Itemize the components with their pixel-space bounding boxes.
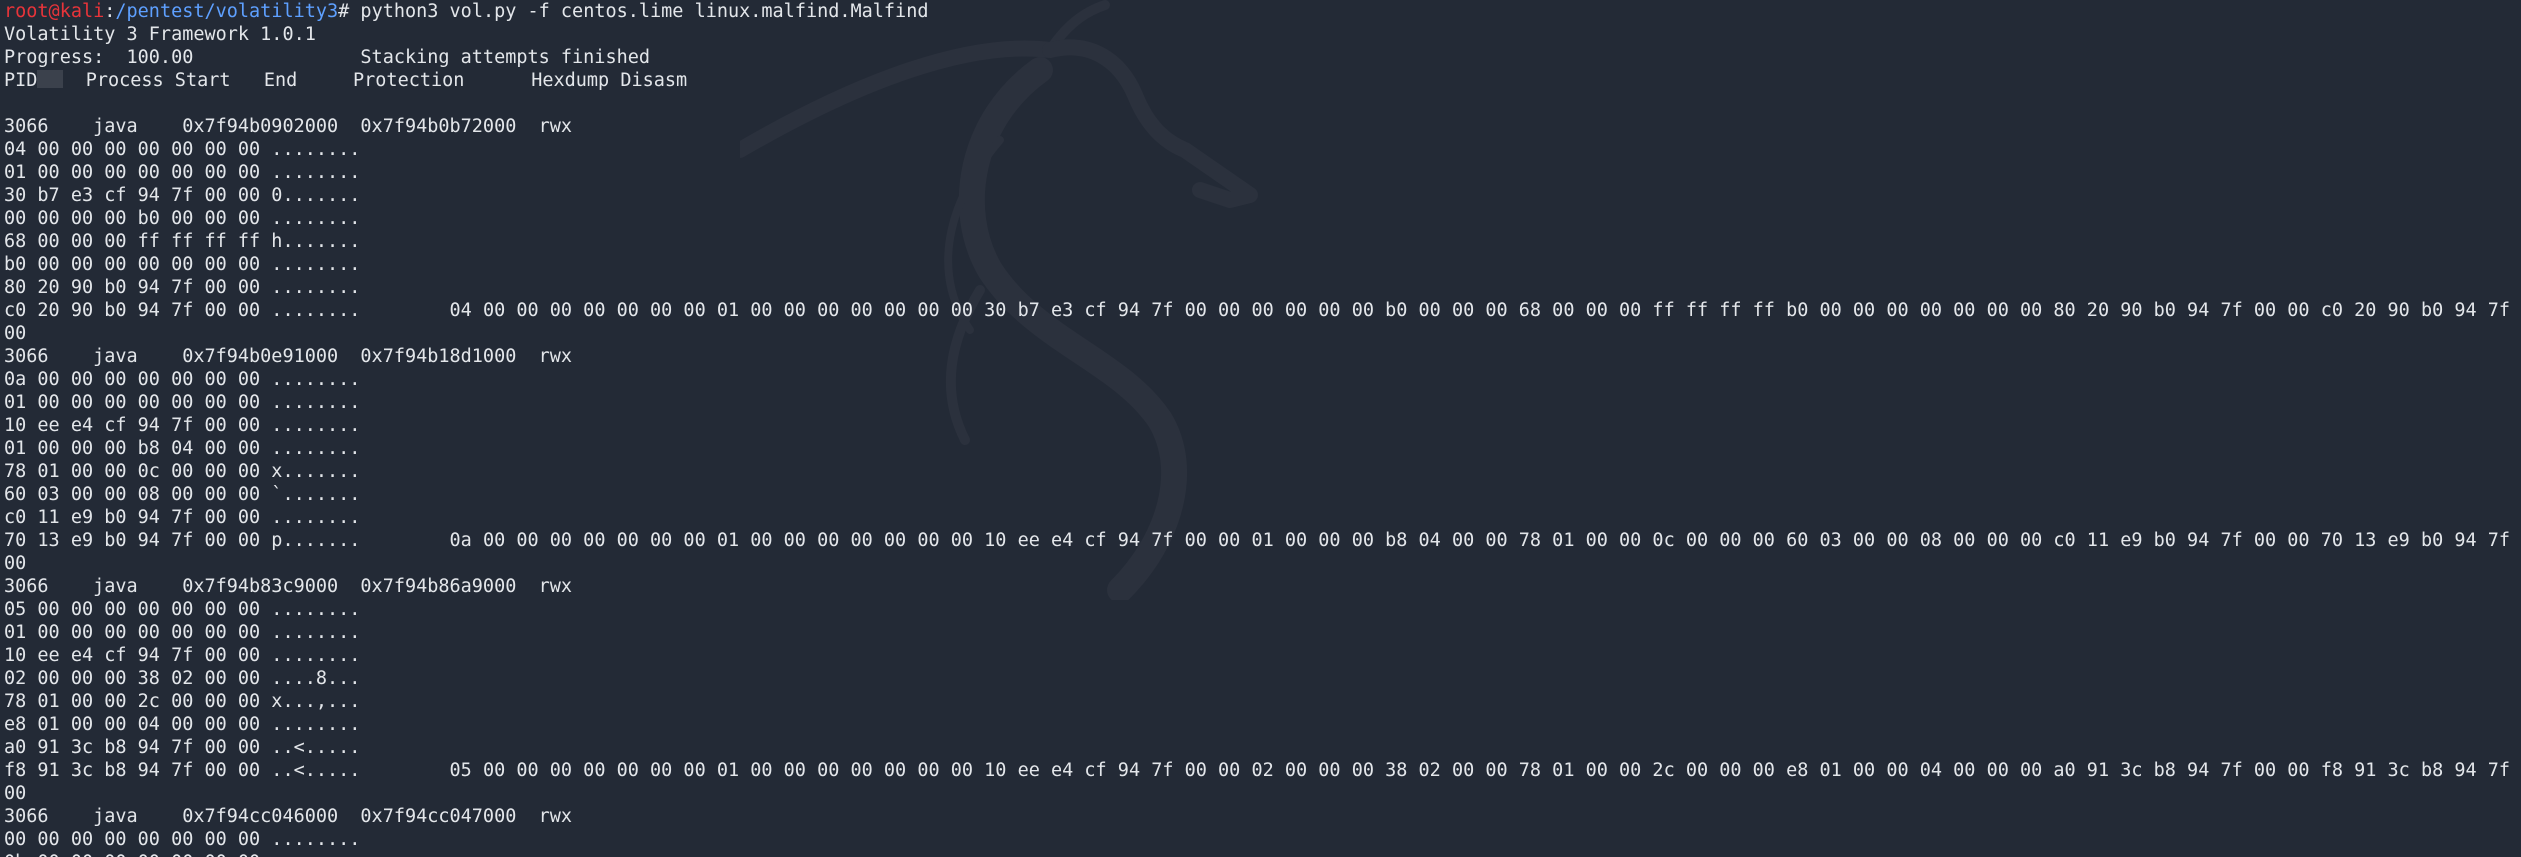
output-line: Progress: 100.00 Stacking attempts finis… — [4, 47, 651, 68]
hexdump-line: 02 00 00 00 38 02 00 00 ....8... — [4, 667, 2521, 690]
hexdump-text: 70 13 e9 b0 94 7f 00 00 p....... — [4, 530, 361, 551]
hexdump-text: 80 20 90 b0 94 7f 00 00 ........ — [4, 277, 361, 298]
prompt-symbol: # — [338, 1, 350, 22]
prompt-line: root@kali:/pentest/volatility3# python3 … — [4, 0, 2521, 23]
terminal-output: root@kali:/pentest/volatility3# python3 … — [4, 0, 2521, 857]
hexdump-line: b0 00 00 00 00 00 00 00 ........ — [4, 253, 2521, 276]
hexdump-text: 78 01 00 00 2c 00 00 00 x...,... — [4, 691, 361, 712]
column-header: PID Process Start End Protection Hexdump… — [4, 69, 2521, 92]
hexdump-text: 10 ee e4 cf 94 7f 00 00 ........ — [4, 645, 361, 666]
hexdump-line: 10 ee e4 cf 94 7f 00 00 ........ — [4, 414, 2521, 437]
hexdump-line: a0 91 3c b8 94 7f 00 00 ..<..... — [4, 736, 2521, 759]
hexdump-text: f8 91 3c b8 94 7f 00 00 ..<..... — [4, 760, 361, 781]
hexdump-line: 78 01 00 00 0c 00 00 00 x....... — [4, 460, 2521, 483]
hexdump-text: 78 01 00 00 0c 00 00 00 x....... — [4, 461, 361, 482]
hexdump-text: 10 ee e4 cf 94 7f 00 00 ........ — [4, 415, 361, 436]
prompt-path: /pentest/volatility3 — [115, 1, 339, 22]
disasm-text: 0a 00 00 00 00 00 00 00 01 00 00 00 00 0… — [449, 530, 2521, 551]
column-pid: PID — [4, 70, 38, 91]
hexdump-line: 10 ee e4 cf 94 7f 00 00 ........ — [4, 644, 2521, 667]
hexdump-line: c0 20 90 b0 94 7f 00 00 ........ 04 00 0… — [4, 299, 2521, 322]
hexdump-line: 30 b7 e3 cf 94 7f 00 00 0....... — [4, 184, 2521, 207]
hexdump-text: 01 00 00 00 00 00 00 00 ........ — [4, 162, 361, 183]
hexdump-text: 00 00 00 00 b0 00 00 00 ........ — [4, 208, 361, 229]
hexdump-line: 00 00 00 00 00 00 00 00 ........ — [4, 828, 2521, 851]
hexdump-text: 60 03 00 00 08 00 00 00 `....... — [4, 484, 361, 505]
disasm-text: 04 00 00 00 00 00 00 00 01 00 00 00 00 0… — [449, 300, 2521, 321]
hexdump-text: 01 00 00 00 00 00 00 00 ........ — [4, 622, 361, 643]
hexdump-text: c0 11 e9 b0 94 7f 00 00 ........ — [4, 507, 361, 528]
hexdump-text: 0b 00 00 00 00 00 00 00 ........ — [4, 852, 360, 857]
hexdump-line: 01 00 00 00 b8 04 00 00 ........ — [4, 437, 2521, 460]
hexdump-text: 02 00 00 00 38 02 00 00 ....8... — [4, 668, 361, 689]
malfind-row-header: 3066 java 0x7f94b83c9000 0x7f94b86a9000 … — [4, 576, 573, 597]
hexdump-line: 70 13 e9 b0 94 7f 00 00 p....... 0a 00 0… — [4, 529, 2521, 552]
malfind-row-header: 3066 java 0x7f94b0902000 0x7f94b0b72000 … — [4, 116, 573, 137]
disasm-text: 05 00 00 00 00 00 00 00 01 00 00 00 00 0… — [449, 760, 2521, 781]
column-headings: Process Start End Protection Hexdump Dis… — [85, 70, 688, 91]
hexdump-text: 0a 00 00 00 00 00 00 00 ........ — [4, 369, 361, 390]
hexdump-line: 00 00 00 00 b0 00 00 00 ........ — [4, 207, 2521, 230]
prompt-separator: : — [104, 1, 116, 22]
hexdump-line: e8 01 00 00 04 00 00 00 ........ — [4, 713, 2521, 736]
hexdump-line: 60 03 00 00 08 00 00 00 `....... — [4, 483, 2521, 506]
hexdump-line: f8 91 3c b8 94 7f 00 00 ..<..... 05 00 0… — [4, 759, 2521, 782]
hexdump-text: b0 00 00 00 00 00 00 00 ........ — [4, 254, 361, 275]
hexdump-text: 68 00 00 00 ff ff ff ff h....... — [4, 231, 361, 252]
hexdump-line: 01 00 00 00 00 00 00 00 ........ — [4, 161, 2521, 184]
hexdump-text: 00 00 00 00 00 00 00 00 ........ — [4, 829, 361, 850]
hexdump-line: 05 00 00 00 00 00 00 00 ........ — [4, 598, 2521, 621]
hexdump-line: 01 00 00 00 00 00 00 00 ........ — [4, 391, 2521, 414]
terminal-window[interactable]: root@kali:/pentest/volatility3# python3 … — [0, 0, 2521, 857]
hexdump-line: 04 00 00 00 00 00 00 00 ........ — [4, 138, 2521, 161]
hexdump-text: 01 00 00 00 b8 04 00 00 ........ — [4, 438, 361, 459]
hexdump-text: 04 00 00 00 00 00 00 00 ........ — [4, 139, 361, 160]
hexdump-text: 01 00 00 00 00 00 00 00 ........ — [4, 392, 361, 413]
hexdump-text: c0 20 90 b0 94 7f 00 00 ........ — [4, 300, 361, 321]
hexdump-line: 0b 00 00 00 00 00 00 00 ........ — [4, 851, 2521, 857]
hexdump-line: 78 01 00 00 2c 00 00 00 x...,... — [4, 690, 2521, 713]
hexdump-text: a0 91 3c b8 94 7f 00 00 ..<..... — [4, 737, 361, 758]
text-selection-block — [37, 70, 64, 88]
disasm-wrap-line: 00 — [4, 783, 27, 804]
output-line: Volatility 3 Framework 1.0.1 — [4, 24, 316, 45]
hexdump-text: 30 b7 e3 cf 94 7f 00 00 0....... — [4, 185, 361, 206]
hexdump-line: 0a 00 00 00 00 00 00 00 ........ — [4, 368, 2521, 391]
malfind-row-header: 3066 java 0x7f94cc046000 0x7f94cc047000 … — [4, 806, 573, 827]
hexdump-line: 80 20 90 b0 94 7f 00 00 ........ — [4, 276, 2521, 299]
disasm-wrap-line: 00 — [4, 553, 27, 574]
hexdump-text: 05 00 00 00 00 00 00 00 ........ — [4, 599, 361, 620]
malfind-row-header: 3066 java 0x7f94b0e91000 0x7f94b18d1000 … — [4, 346, 573, 367]
hexdump-line: 68 00 00 00 ff ff ff ff h....... — [4, 230, 2521, 253]
prompt-user-host: root@kali — [4, 1, 105, 22]
prompt-command: python3 vol.py -f centos.lime linux.malf… — [349, 1, 929, 22]
disasm-wrap-line: 00 — [4, 323, 27, 344]
hexdump-text: e8 01 00 00 04 00 00 00 ........ — [4, 714, 361, 735]
hexdump-line: 01 00 00 00 00 00 00 00 ........ — [4, 621, 2521, 644]
hexdump-line: c0 11 e9 b0 94 7f 00 00 ........ — [4, 506, 2521, 529]
